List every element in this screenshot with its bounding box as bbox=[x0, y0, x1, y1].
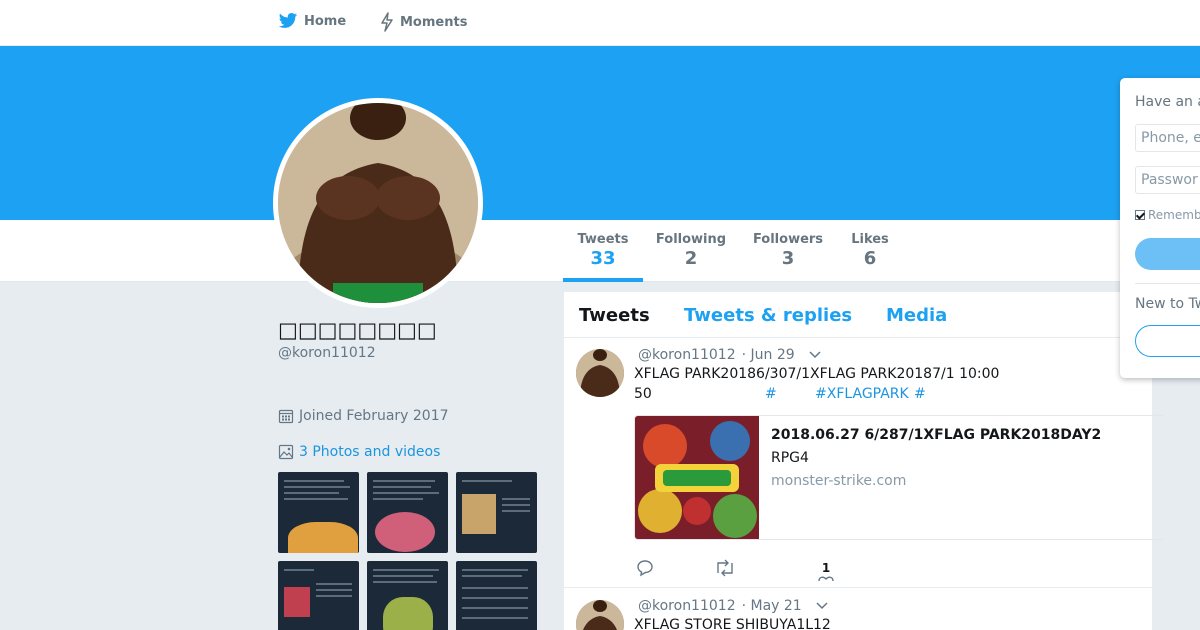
tweet-text-line: XFLAG PARK20186/307/1XFLAG PARK20187/1 1… bbox=[634, 366, 1000, 382]
reply-icon bbox=[637, 560, 653, 577]
stat-followers[interactable]: Followers 3 bbox=[748, 232, 828, 269]
joined-date: Joined February 2017 bbox=[278, 408, 449, 424]
photo-icon bbox=[278, 444, 294, 460]
tweet-text-line: XFLAG STORE SHIBUYA1L12 bbox=[634, 617, 831, 630]
profile-handle: @koron11012 bbox=[278, 345, 376, 361]
chevron-down-icon[interactable] bbox=[816, 602, 828, 610]
hashtag-link[interactable]: #XFLAGPARK bbox=[815, 386, 909, 402]
remember-me[interactable]: Rememb bbox=[1135, 208, 1200, 222]
nav-home[interactable]: Home bbox=[278, 12, 346, 30]
hashtag-link[interactable]: # bbox=[765, 386, 777, 402]
stat-following[interactable]: Following 2 bbox=[651, 232, 731, 269]
reply-button[interactable] bbox=[636, 559, 654, 577]
profile-avatar[interactable] bbox=[273, 98, 483, 308]
stat-value: 6 bbox=[863, 248, 877, 269]
photo-thumbnail[interactable] bbox=[456, 561, 537, 630]
twitter-bird-icon bbox=[278, 13, 298, 28]
profile-nav: Tweets 33 Following 2 Followers 3 Likes … bbox=[0, 220, 1200, 282]
stat-label: Likes bbox=[851, 232, 889, 247]
nav-home-label: Home bbox=[304, 13, 347, 29]
stat-label: Followers bbox=[752, 232, 824, 247]
card-description: RPG4 bbox=[771, 450, 809, 466]
tweet-handle[interactable]: @koron11012 bbox=[638, 598, 736, 614]
profile-banner bbox=[0, 46, 1200, 220]
hashtag-link[interactable]: # bbox=[914, 386, 926, 402]
password-input[interactable]: Passwor bbox=[1135, 166, 1200, 194]
stat-value: 2 bbox=[684, 248, 698, 269]
remember-label: Rememb bbox=[1148, 208, 1200, 222]
login-question: Have an a bbox=[1135, 94, 1200, 110]
photo-thumbnail[interactable] bbox=[456, 472, 537, 553]
tweet-meta: @koron11012 · May 21 bbox=[638, 598, 828, 614]
photo-thumbnail[interactable] bbox=[278, 472, 359, 553]
tweet-handle[interactable]: @koron11012 bbox=[638, 347, 736, 363]
photos-link-label: 3 Photos and videos bbox=[299, 444, 441, 460]
login-dropdown: Have an a Phone, e Passwor Rememb New to… bbox=[1120, 78, 1200, 378]
link-card[interactable]: 2018.06.27 6/287/1XFLAG PARK2018DAY2 RPG… bbox=[634, 415, 1164, 540]
joined-text: Joined February 2017 bbox=[299, 408, 449, 424]
calendar-icon bbox=[278, 409, 294, 424]
tweet-date[interactable]: · Jun 29 bbox=[742, 347, 795, 363]
timeline-tabs: Tweets Tweets & replies Media bbox=[564, 292, 1152, 338]
stat-value: 3 bbox=[781, 248, 795, 269]
top-nav: Home Moments bbox=[0, 0, 1200, 46]
like-button[interactable]: 1 bbox=[818, 561, 834, 583]
avatar-image bbox=[278, 103, 478, 303]
timeline: Tweets Tweets & replies Media @koron1101… bbox=[564, 292, 1164, 630]
retweet-icon bbox=[717, 559, 733, 577]
signup-button[interactable] bbox=[1135, 325, 1200, 357]
stat-label: Tweets bbox=[577, 232, 629, 247]
tweet-text: 50 bbox=[634, 386, 652, 402]
heart-icon bbox=[818, 576, 834, 582]
stat-tweets[interactable]: Tweets 33 bbox=[563, 232, 643, 269]
new-to-twitter-label: New to Tw bbox=[1135, 296, 1200, 312]
stat-label: Following bbox=[655, 232, 727, 247]
tweet-meta: @koron11012 · Jun 29 bbox=[638, 347, 821, 363]
tab-tweets-and-replies[interactable]: Tweets & replies bbox=[684, 305, 852, 326]
stat-value: 33 bbox=[590, 248, 616, 269]
retweet-button[interactable] bbox=[714, 559, 736, 577]
card-image bbox=[635, 416, 759, 539]
photo-thumbnail[interactable] bbox=[367, 472, 448, 553]
tweet-avatar[interactable] bbox=[576, 600, 624, 630]
remember-checkbox[interactable] bbox=[1135, 210, 1145, 220]
active-stat-indicator bbox=[563, 278, 643, 282]
profile-name: □□□□□□□□ bbox=[278, 318, 437, 342]
card-url: monster-strike.com bbox=[771, 473, 907, 489]
photo-thumbnail[interactable] bbox=[367, 561, 448, 630]
tweet-divider bbox=[564, 587, 1152, 588]
like-count: 1 bbox=[821, 561, 831, 575]
nav-moments[interactable]: Moments bbox=[380, 12, 467, 32]
login-divider bbox=[1135, 283, 1200, 284]
phone-email-input[interactable]: Phone, e bbox=[1135, 124, 1200, 152]
chevron-down-icon[interactable] bbox=[809, 351, 821, 359]
login-button[interactable] bbox=[1135, 238, 1200, 270]
card-title: 2018.06.27 6/287/1XFLAG PARK2018DAY2 bbox=[771, 427, 1102, 443]
lightning-icon bbox=[381, 12, 393, 32]
photo-thumbnail[interactable] bbox=[278, 561, 359, 630]
tab-tweets[interactable]: Tweets bbox=[579, 305, 650, 326]
nav-moments-label: Moments bbox=[400, 14, 468, 30]
tab-media[interactable]: Media bbox=[886, 305, 947, 326]
tweet-avatar[interactable] bbox=[576, 349, 624, 397]
tweet-text-line: 50 # #XFLAGPARK # bbox=[634, 386, 926, 402]
tweet-date[interactable]: · May 21 bbox=[742, 598, 802, 614]
photos-link[interactable]: 3 Photos and videos bbox=[278, 444, 440, 460]
stat-likes[interactable]: Likes 6 bbox=[830, 232, 910, 269]
